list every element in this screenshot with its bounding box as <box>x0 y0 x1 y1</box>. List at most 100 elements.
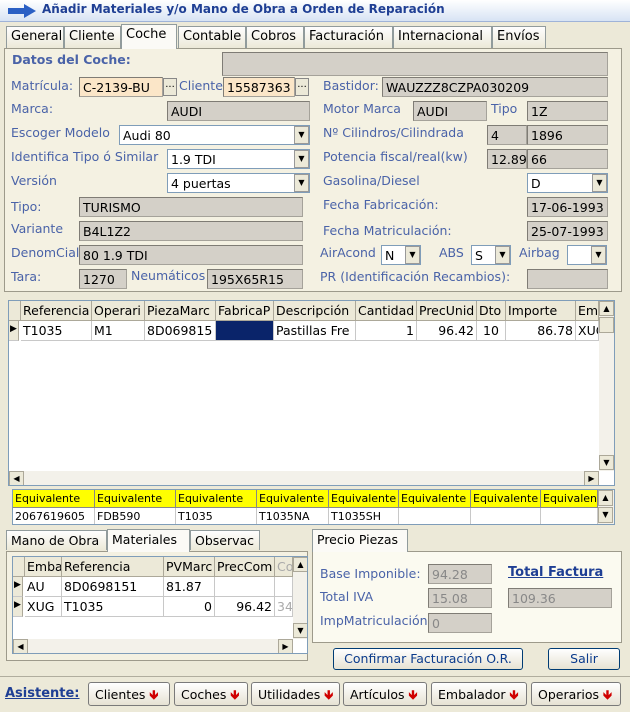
chevron-down-icon[interactable]: ▼ <box>405 246 420 264</box>
neumaticos-field[interactable]: 195X65R15 <box>207 269 303 289</box>
table-cell[interactable]: T1035 <box>62 597 164 617</box>
horizontal-scrollbar[interactable]: ◀ ▶ <box>13 639 293 653</box>
table-cell[interactable]: XUG <box>576 321 599 341</box>
col-header[interactable]: Importe <box>506 301 576 321</box>
equiv-cell[interactable]: 2067619605 <box>13 508 95 524</box>
equiv-cell[interactable] <box>399 508 471 524</box>
equiv-cell[interactable]: T1035SH <box>329 508 399 524</box>
base-field[interactable]: 94.28 <box>428 564 492 584</box>
version-select[interactable]: 4 puertas ▼ <box>167 173 310 193</box>
fecha-mat-field[interactable]: 25-07-1993 <box>527 221 608 241</box>
equiv-cell[interactable]: T1035 <box>176 508 257 524</box>
table-cell[interactable]: 96.42 <box>417 321 477 341</box>
tipo-motor-field[interactable]: 1Z <box>527 101 608 121</box>
row-selector[interactable]: ▶ <box>9 321 19 341</box>
denom-field[interactable]: 80 1.9 TDI <box>79 245 303 265</box>
table-cell-selected[interactable] <box>216 321 274 341</box>
scroll-down-icon[interactable]: ▼ <box>598 507 613 523</box>
aircond-select[interactable]: N ▼ <box>381 245 421 265</box>
equiv-cell[interactable]: FDB590 <box>95 508 176 524</box>
col-header[interactable]: PrecCom <box>215 557 275 577</box>
scroll-left-icon[interactable]: ◀ <box>13 639 28 653</box>
vertical-scrollbar[interactable]: ▲ ▼ <box>599 301 614 471</box>
confirmar-facturacion-button[interactable]: Confirmar Facturación O.R. <box>333 648 523 670</box>
chevron-down-icon[interactable]: ▼ <box>294 150 309 168</box>
cilindros-field[interactable]: 4 <box>487 125 527 145</box>
equiv-scrollbar[interactable]: ▲ ▼ <box>598 490 614 524</box>
cilindrada-field[interactable]: 1896 <box>527 125 608 145</box>
scroll-up-icon[interactable]: ▲ <box>598 490 613 506</box>
cliente-field[interactable]: 15587363 <box>223 77 295 97</box>
modelo-select[interactable]: Audi 80 ▼ <box>119 125 310 145</box>
table-cell[interactable]: AU <box>25 577 62 597</box>
chevron-down-icon[interactable]: ▼ <box>591 246 606 264</box>
col-header[interactable]: Referencia <box>62 557 164 577</box>
tab-cliente[interactable]: Cliente <box>64 26 121 48</box>
tab-cobros[interactable]: Cobros <box>246 26 304 48</box>
scroll-up-icon[interactable]: ▲ <box>599 301 614 316</box>
equivalentes-grid[interactable]: Equivalente Equivalente Equivalente Equi… <box>12 489 615 525</box>
scroll-left-icon[interactable]: ◀ <box>9 471 24 485</box>
col-header[interactable]: Em <box>576 301 599 321</box>
table-cell[interactable]: 1 <box>356 321 417 341</box>
tab-contable[interactable]: Contable <box>178 26 246 48</box>
table-cell[interactable] <box>215 577 275 597</box>
fecha-fab-field[interactable]: 17-06-1993 <box>527 197 608 217</box>
table-cell[interactable]: 8D069815 <box>145 321 216 341</box>
coches-button[interactable]: Coches 🡻 <box>174 682 248 706</box>
tab-internacional[interactable]: Internacional <box>393 26 492 48</box>
tab-envios[interactable]: Envíos <box>492 26 546 48</box>
embalador-button[interactable]: Embalador 🡻 <box>431 682 527 706</box>
col-header[interactable]: PVMarc <box>164 557 215 577</box>
row-selector[interactable]: ▶ <box>13 577 23 597</box>
impmat-field[interactable]: 0 <box>428 613 492 633</box>
motor-marca-field[interactable]: AUDI <box>413 101 487 121</box>
col-header[interactable]: Dto <box>477 301 506 321</box>
scroll-right-icon[interactable]: ▶ <box>278 639 293 653</box>
vertical-scrollbar[interactable]: ▲ ▼ <box>293 557 307 639</box>
combustible-select[interactable]: D ▼ <box>527 173 608 193</box>
tab-facturacion[interactable]: Facturación <box>304 26 393 48</box>
table-cell[interactable]: Pastillas Fre <box>274 321 356 341</box>
col-header[interactable]: PrecUnid <box>417 301 477 321</box>
chevron-down-icon[interactable]: ▼ <box>294 174 309 192</box>
salir-button[interactable]: Salir <box>548 648 620 670</box>
table-cell[interactable]: M1 <box>92 321 145 341</box>
materiales-detail-grid[interactable]: Emba Referencia PVMarc PrecCom Co ▶ AU 8… <box>12 556 308 654</box>
table-cell[interactable]: XUG <box>25 597 62 617</box>
identifica-select[interactable]: 1.9 TDI ▼ <box>167 149 310 169</box>
scroll-down-icon[interactable]: ▼ <box>599 455 614 470</box>
col-header[interactable]: Emba <box>25 557 62 577</box>
row-selector[interactable]: ▶ <box>13 597 23 617</box>
table-cell[interactable]: 0 <box>164 597 215 617</box>
scroll-thumb[interactable] <box>599 317 614 333</box>
tab-observac[interactable]: Observac <box>190 530 260 550</box>
tab-coche[interactable]: Coche <box>121 24 177 49</box>
total-field[interactable]: 109.36 <box>508 588 612 608</box>
potencia-real-field[interactable]: 66 <box>527 149 608 169</box>
cliente-lookup-button[interactable]: ... <box>295 78 309 96</box>
tab-precio-piezas[interactable]: Precio Piezas <box>312 529 408 552</box>
bastidor-field[interactable]: WAUZZZ8CZPA030209 <box>382 77 608 97</box>
table-cell[interactable] <box>275 577 293 597</box>
tipo-field[interactable]: TURISMO <box>79 197 303 217</box>
col-header[interactable]: Cantidad <box>356 301 417 321</box>
chevron-down-icon[interactable]: ▼ <box>592 174 607 192</box>
clientes-button[interactable]: Clientes 🡻 <box>88 682 170 706</box>
col-header[interactable]: Descripción <box>274 301 356 321</box>
equiv-cell[interactable]: T1035NA <box>257 508 329 524</box>
tab-mano-de-obra[interactable]: Mano de Obra <box>6 530 107 550</box>
matricula-field[interactable]: C-2139-BU <box>79 77 163 97</box>
col-header[interactable]: PiezaMarc <box>145 301 216 321</box>
scroll-down-icon[interactable]: ▼ <box>293 623 307 638</box>
scroll-right-icon[interactable]: ▶ <box>584 471 599 485</box>
matricula-lookup-button[interactable]: ... <box>163 78 177 96</box>
abs-select[interactable]: S ▼ <box>471 245 511 265</box>
articulos-button[interactable]: Artículos 🡻 <box>343 682 427 706</box>
tab-general[interactable]: General <box>6 26 64 48</box>
table-cell[interactable]: T1035 <box>21 321 92 341</box>
table-cell[interactable]: 81.87 <box>164 577 215 597</box>
table-cell[interactable]: 8D0698151 <box>62 577 164 597</box>
iva-field[interactable]: 15.08 <box>428 588 492 608</box>
table-cell[interactable]: 10 <box>477 321 506 341</box>
